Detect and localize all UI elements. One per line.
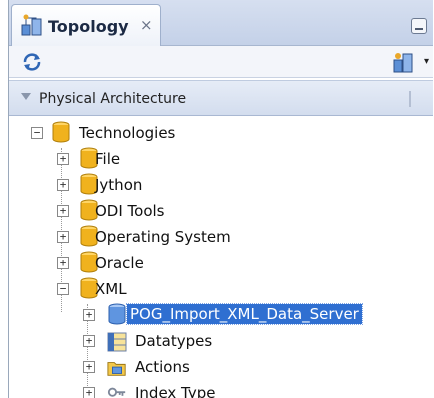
node-label: Actions <box>135 358 190 376</box>
node-label: XML <box>95 280 127 298</box>
expand-toggle[interactable]: + <box>57 153 69 165</box>
tab-title: Topology <box>48 17 129 36</box>
physical-architecture-header[interactable]: Physical Architecture <box>9 80 433 116</box>
topology-tree: − Technologies + File + Jython + ODI Too… <box>9 118 433 398</box>
collapse-arrow-icon[interactable] <box>21 93 31 100</box>
expand-toggle[interactable]: + <box>83 361 95 373</box>
tree-node-technologies[interactable]: − Technologies <box>31 120 411 146</box>
actions-folder-icon <box>107 362 126 376</box>
tree-node-oracle[interactable]: + Oracle <box>57 250 434 276</box>
minimize-button[interactable] <box>411 18 427 34</box>
tab-topology[interactable]: Topology × <box>11 4 161 46</box>
tree-node-data-server[interactable]: + POG_Import_XML_Data_Server <box>83 302 434 328</box>
topology-icon <box>21 14 42 36</box>
collapse-toggle[interactable]: − <box>31 127 43 139</box>
technologies-folder-icon <box>52 121 70 143</box>
tab-strip: Topology × <box>9 0 433 46</box>
chevron-down-icon[interactable]: ▾ <box>424 56 429 67</box>
tree-node-index-type[interactable]: + Index Type <box>83 380 434 398</box>
expand-toggle[interactable]: + <box>83 387 95 398</box>
tree-node-jython[interactable]: + Jython <box>57 172 434 198</box>
expand-toggle[interactable]: + <box>57 205 69 217</box>
expand-toggle[interactable]: + <box>83 335 95 347</box>
index-type-icon <box>107 387 126 397</box>
resize-grip[interactable] <box>409 91 411 107</box>
tree-node-xml[interactable]: − XML <box>57 276 434 302</box>
data-server-icon <box>108 303 126 325</box>
node-label: Operating System <box>95 228 231 246</box>
tree-node-odi-tools[interactable]: + ODI Tools <box>57 198 434 224</box>
datatypes-icon <box>107 332 127 352</box>
node-label: Datatypes <box>135 332 213 350</box>
node-label: Oracle <box>95 254 144 272</box>
topology-window: Topology × ▾ Physical Architecture − Tec… <box>8 0 433 398</box>
tree-node-operating-system[interactable]: + Operating System <box>57 224 434 250</box>
node-label: File <box>95 150 121 168</box>
connect-menu-icon[interactable] <box>391 50 417 74</box>
close-icon[interactable]: × <box>140 16 153 34</box>
tree-node-file[interactable]: + File <box>57 146 434 172</box>
node-label: Jython <box>95 176 143 194</box>
tree-node-datatypes[interactable]: + Datatypes <box>83 328 434 354</box>
collapse-toggle[interactable]: − <box>57 283 69 295</box>
refresh-icon[interactable] <box>21 52 43 72</box>
node-label: Technologies <box>79 124 176 142</box>
tree-node-actions[interactable]: + Actions <box>83 354 434 380</box>
node-label: ODI Tools <box>95 202 165 220</box>
toolbar: ▾ <box>9 46 433 78</box>
node-label: Index Type <box>135 384 216 398</box>
expand-toggle[interactable]: + <box>83 309 95 321</box>
expand-toggle[interactable]: + <box>57 179 69 191</box>
section-title: Physical Architecture <box>39 91 187 107</box>
expand-toggle[interactable]: + <box>57 257 69 269</box>
expand-toggle[interactable]: + <box>57 231 69 243</box>
node-label: POG_Import_XML_Data_Server <box>126 303 363 325</box>
